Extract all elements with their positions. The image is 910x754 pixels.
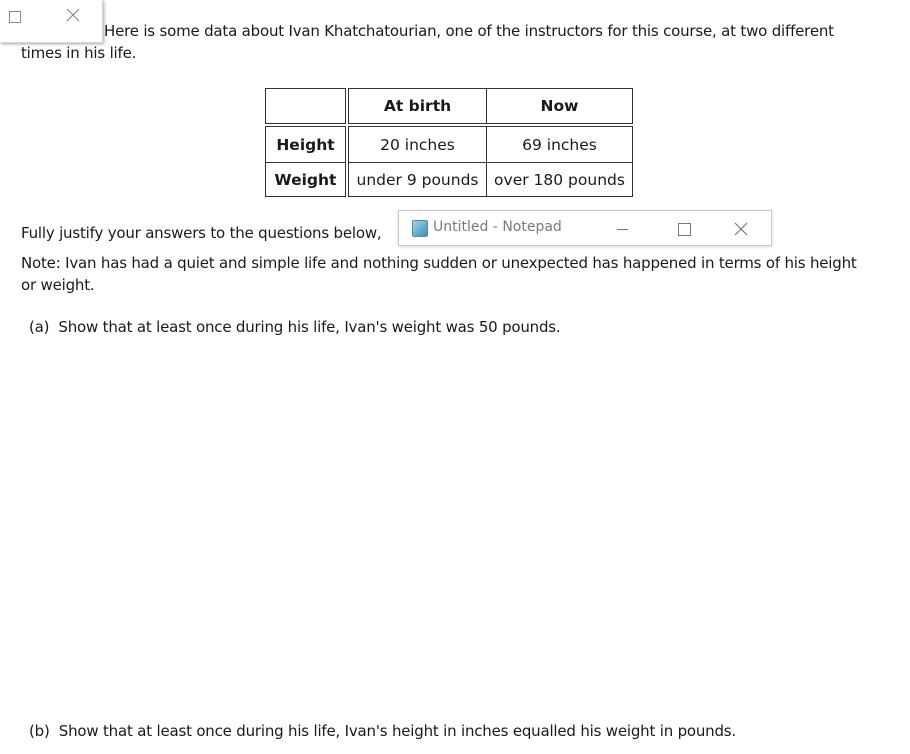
row-label-height: Height xyxy=(265,126,346,163)
question-a: (a) Show that at least once during his l… xyxy=(29,318,561,336)
intro-line-2: times in his life. xyxy=(21,44,137,62)
table-header-now: Now xyxy=(486,88,633,124)
intro-line-1: Here is some data about Ivan Khatchatour… xyxy=(104,22,834,40)
window-fragment xyxy=(0,0,103,43)
close-icon[interactable] xyxy=(65,7,81,23)
notepad-title: Untitled - Notepad xyxy=(433,219,562,235)
cell-weight-at-birth: under 9 pounds xyxy=(348,162,487,197)
maximize-icon[interactable] xyxy=(9,11,21,23)
question-b: (b) Show that at least once during his l… xyxy=(29,722,736,740)
note-line-1: Note: Ivan has had a quiet and simple li… xyxy=(21,254,857,272)
cell-height-at-birth: 20 inches xyxy=(348,126,487,163)
table-header-at-birth: At birth xyxy=(348,88,487,124)
maximize-icon[interactable] xyxy=(678,223,691,236)
cell-height-now: 69 inches xyxy=(486,126,633,163)
row-label-weight: Weight xyxy=(265,162,346,197)
notepad-icon xyxy=(412,220,428,237)
table-header-empty xyxy=(265,88,346,124)
cell-weight-now: over 180 pounds xyxy=(486,162,633,197)
justify-instruction: Fully justify your answers to the questi… xyxy=(21,224,382,242)
notepad-title-bar[interactable]: Untitled - Notepad xyxy=(398,210,772,246)
minimize-icon[interactable] xyxy=(617,229,628,230)
close-icon[interactable] xyxy=(733,221,749,237)
note-line-2: or weight. xyxy=(21,276,95,294)
